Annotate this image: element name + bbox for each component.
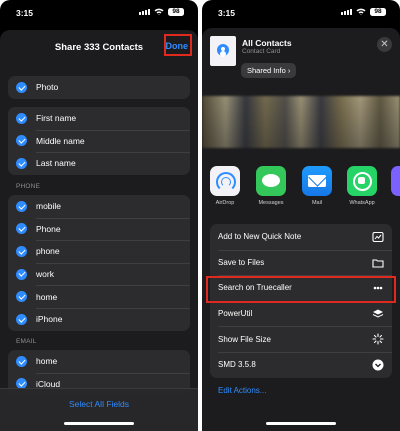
checkmark-icon [16, 112, 27, 124]
action-label: SMD 3.5.8 [218, 360, 256, 370]
app-label: Messages [258, 200, 284, 206]
field-label: home [36, 356, 58, 367]
photo-group: Photo [8, 76, 190, 99]
field-label: work [36, 269, 54, 280]
share-item-subtitle: Contact Card [242, 48, 281, 55]
app-label: WhatsApp [349, 200, 375, 206]
action-powerutil[interactable]: PowerUtil [210, 300, 392, 327]
field-row-phone[interactable]: home [8, 285, 190, 308]
whatsapp-icon [347, 166, 377, 196]
app-label: AirDrop [215, 200, 235, 206]
sparkle-icon [372, 333, 384, 345]
share-contacts-sheet: Share 333 Contacts Done Photo First name… [0, 30, 198, 431]
right-phone-screen: 3:15 98 All Contacts Contact Card Shared… [202, 0, 400, 431]
field-label: iPhone [36, 314, 63, 325]
folder-icon [372, 259, 384, 268]
airdrop-icon [210, 166, 240, 196]
home-indicator [64, 422, 134, 425]
checkmark-icon [16, 313, 27, 325]
wifi-icon [154, 8, 164, 15]
checkmark-icon [16, 81, 27, 93]
field-row-phone[interactable]: mobile [8, 195, 190, 218]
field-row-middle-name[interactable]: Middle name [8, 129, 190, 153]
close-icon: ✕ [380, 39, 389, 50]
field-row-phone[interactable]: work [8, 262, 190, 286]
checkmark-icon [16, 291, 27, 303]
share-item-title: All Contacts [242, 38, 292, 48]
save-to-files-highlight-box [206, 276, 396, 303]
field-row-photo[interactable]: Photo [8, 76, 190, 99]
wifi-icon [356, 8, 366, 15]
checkmark-icon [16, 157, 27, 169]
bottom-toolbar: Select All Fields [0, 388, 198, 431]
checkmark-icon [16, 223, 27, 235]
status-time: 3:15 [16, 8, 34, 18]
status-bar: 3:15 98 [202, 0, 400, 24]
action-add-quick-note[interactable]: Add to New Quick Note [210, 224, 392, 250]
app-airdrop[interactable]: AirDrop [207, 166, 243, 206]
app-label: Mail [311, 200, 323, 206]
checkmark-icon [16, 245, 27, 257]
phone-group: mobile Phone phone work home iPhone [8, 195, 190, 331]
blurred-contacts-row [202, 96, 400, 148]
home-indicator [266, 422, 336, 425]
checkmark-icon [16, 355, 27, 367]
field-label: Last name [36, 158, 76, 169]
action-label: Save to Files [218, 257, 265, 267]
action-label: Add to New Quick Note [218, 232, 302, 242]
field-label: phone [36, 246, 60, 257]
app-icon [391, 166, 400, 196]
field-row-first-name[interactable]: First name [8, 107, 190, 130]
layers-icon [372, 309, 384, 318]
field-row-last-name[interactable]: Last name [8, 152, 190, 175]
left-phone-screen: 3:15 98 Share 333 Contacts Done Photo Fi… [0, 0, 198, 431]
messages-icon [256, 166, 286, 196]
contact-card-icon [210, 36, 236, 66]
name-group: First name Middle name Last name [8, 107, 190, 175]
edit-actions-button[interactable]: Edit Actions... [218, 386, 266, 395]
close-button[interactable]: ✕ [377, 37, 392, 52]
status-bar: 3:15 98 [0, 0, 198, 24]
quick-note-icon [372, 231, 384, 243]
checkmark-icon [16, 268, 27, 280]
action-save-to-files[interactable]: Save to Files [210, 249, 392, 276]
mail-icon [302, 166, 332, 196]
select-all-fields-button[interactable]: Select All Fields [0, 399, 198, 409]
field-row-phone[interactable]: Phone [8, 217, 190, 241]
signal-icon [139, 9, 150, 15]
chevron-circle-icon [372, 359, 384, 371]
action-label: PowerUtil [218, 309, 253, 319]
app-whatsapp[interactable]: WhatsApp [344, 166, 380, 206]
screenshot-stage: 3:15 98 Share 333 Contacts Done Photo Fi… [0, 0, 400, 431]
checkmark-icon [16, 135, 27, 147]
signal-icon [341, 9, 352, 15]
action-label: Show File Size [218, 334, 271, 344]
email-section-header: EMAIL [16, 338, 37, 345]
share-sheet: All Contacts Contact Card Shared Info › … [202, 28, 400, 431]
battery-indicator: 98 [370, 8, 386, 16]
action-show-file-size[interactable]: Show File Size [210, 326, 392, 352]
field-label: Middle name [36, 135, 85, 146]
field-label: Photo [36, 82, 59, 93]
field-row-phone[interactable]: phone [8, 240, 190, 263]
field-label: home [36, 291, 58, 302]
field-label: mobile [36, 201, 62, 212]
shared-info-button[interactable]: Shared Info › [241, 63, 297, 78]
action-smd[interactable]: SMD 3.5.8 [210, 351, 392, 378]
done-button[interactable]: Done [166, 41, 189, 51]
field-label: Phone [36, 223, 61, 234]
checkmark-icon [16, 200, 27, 212]
field-row-email[interactable]: home [8, 350, 190, 373]
app-messages[interactable]: Messages [253, 166, 289, 206]
status-time: 3:15 [218, 8, 236, 18]
battery-indicator: 98 [168, 8, 184, 16]
field-row-phone[interactable]: iPhone [8, 307, 190, 331]
app-partial[interactable] [388, 166, 400, 196]
field-label: First name [36, 113, 77, 124]
app-mail[interactable]: Mail [299, 166, 335, 206]
app-share-row: AirDrop Messages Mail WhatsApp [202, 166, 400, 216]
phone-section-header: PHONE [16, 183, 41, 190]
